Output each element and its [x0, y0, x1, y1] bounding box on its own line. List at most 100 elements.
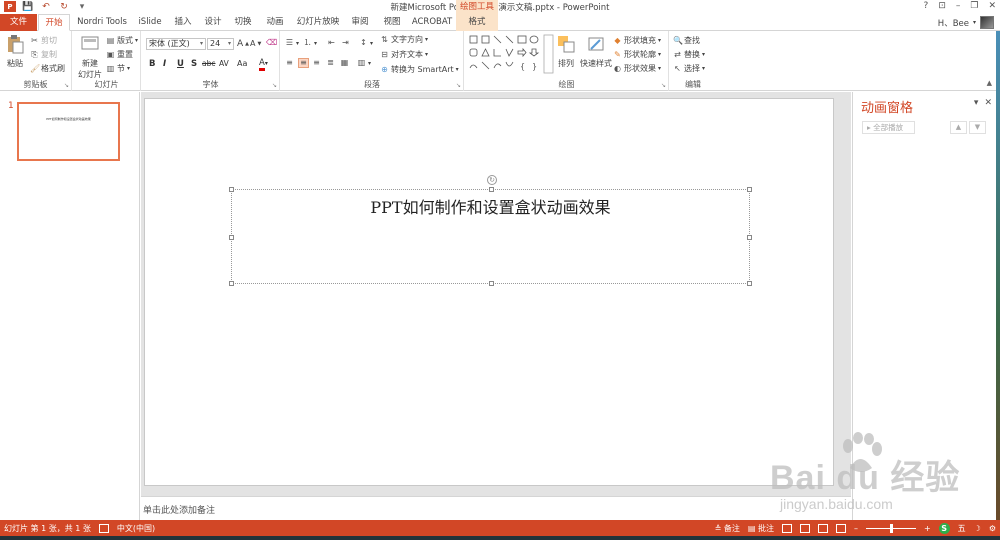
- columns-button[interactable]: ▥ ▾: [357, 59, 371, 67]
- shape-effects-button[interactable]: ◐ 形状效果 ▾: [613, 63, 661, 74]
- reading-view-icon[interactable]: [817, 524, 828, 533]
- tab-acrobat[interactable]: ACROBAT: [410, 14, 454, 31]
- bullets-button[interactable]: ☰ ▾: [285, 39, 299, 47]
- character-spacing-button[interactable]: AV: [219, 59, 229, 68]
- paste-button[interactable]: 粘贴: [4, 34, 26, 69]
- shadow-button[interactable]: S: [191, 59, 197, 69]
- shape-outline-button[interactable]: ✎ 形状轮廓 ▾: [613, 49, 661, 60]
- copy-button[interactable]: ⎘ 复制: [30, 49, 57, 60]
- align-center-button[interactable]: ≡: [298, 58, 309, 68]
- resize-handle-br[interactable]: [747, 281, 752, 286]
- pane-options-icon[interactable]: ▾: [974, 98, 979, 108]
- notes-pane[interactable]: 单击此处添加备注: [141, 496, 851, 520]
- replace-button[interactable]: ⇄ 替换 ▾: [673, 49, 705, 60]
- tab-islide[interactable]: iSlide: [134, 14, 166, 31]
- slideshow-icon[interactable]: [835, 524, 846, 533]
- tab-review[interactable]: 审阅: [346, 14, 374, 31]
- ime-chinese-icon[interactable]: 五: [958, 523, 966, 534]
- line-spacing-button[interactable]: ↕ ▾: [359, 39, 373, 47]
- justify-button[interactable]: ≣: [326, 59, 335, 67]
- tab-file[interactable]: 文件: [0, 14, 37, 31]
- grow-font-button[interactable]: A ▲: [237, 39, 249, 49]
- align-text-button[interactable]: ⊟ 对齐文本 ▾: [380, 49, 428, 60]
- shapes-gallery[interactable]: {}: [468, 34, 556, 74]
- text-direction-button[interactable]: ⇅ 文字方向 ▾: [380, 34, 428, 45]
- notes-placeholder[interactable]: 单击此处添加备注: [143, 503, 215, 516]
- change-case-button[interactable]: Aa: [237, 59, 247, 68]
- tab-format[interactable]: 格式: [456, 14, 498, 31]
- pane-close-icon[interactable]: ✕: [984, 98, 992, 108]
- tab-insert[interactable]: 插入: [170, 14, 196, 31]
- section-button[interactable]: ▥ 节 ▾: [106, 63, 130, 74]
- tab-home[interactable]: 开始: [38, 14, 70, 31]
- tab-animations[interactable]: 动画: [260, 14, 290, 31]
- zoom-in-button[interactable]: +: [924, 524, 931, 533]
- normal-view-icon[interactable]: [781, 524, 792, 533]
- convert-smartart-button[interactable]: ⊕ 转换为 SmartArt ▾: [380, 64, 459, 75]
- underline-button[interactable]: U: [177, 59, 184, 69]
- ime-moon-icon[interactable]: ☽: [974, 524, 981, 533]
- italic-button[interactable]: I: [163, 59, 166, 69]
- play-all-button[interactable]: ▸ 全部播放: [862, 121, 915, 134]
- zoom-out-button[interactable]: –: [854, 524, 858, 533]
- select-button[interactable]: ↖ 选择 ▾: [673, 63, 705, 74]
- title-textbox[interactable]: ↻ PPT如何制作和设置盒状动画效果: [229, 175, 752, 286]
- move-down-button[interactable]: ▼: [969, 121, 986, 134]
- ime-icon[interactable]: S: [938, 523, 950, 534]
- ime-settings-icon[interactable]: ⚙: [989, 524, 996, 533]
- find-button[interactable]: 🔍 查找: [673, 35, 700, 46]
- minimize-button[interactable]: –: [956, 1, 961, 11]
- slide-thumbnail[interactable]: PPT如何制作和设置盒状动画效果: [17, 102, 120, 161]
- tab-view[interactable]: 视图: [378, 14, 406, 31]
- zoom-slider[interactable]: [865, 524, 916, 533]
- font-launcher-icon[interactable]: ↘: [272, 82, 277, 89]
- user-account[interactable]: H、Bee ▾: [938, 16, 994, 29]
- reset-button[interactable]: ▣ 重置: [106, 49, 133, 60]
- drawing-launcher-icon[interactable]: ↘: [661, 82, 666, 89]
- tab-nordri-tools[interactable]: Nordri Tools: [74, 14, 130, 31]
- collapse-ribbon-icon[interactable]: ▲: [987, 79, 992, 87]
- increase-indent-button[interactable]: ⇥: [341, 39, 350, 47]
- font-color-button[interactable]: A▾: [259, 58, 268, 71]
- resize-handle-tm[interactable]: [489, 187, 494, 192]
- resize-handle-mr[interactable]: [747, 235, 752, 240]
- ribbon-display-icon[interactable]: ⊡: [938, 1, 946, 11]
- shrink-font-button[interactable]: A ▼: [250, 39, 261, 48]
- arrange-button[interactable]: 排列: [554, 34, 578, 69]
- restore-button[interactable]: ❐: [970, 1, 978, 11]
- align-left-button[interactable]: ≡: [285, 59, 294, 67]
- tab-transitions[interactable]: 切换: [230, 14, 256, 31]
- bold-button[interactable]: B: [149, 59, 155, 69]
- clear-formatting-button[interactable]: ⌫: [266, 39, 277, 47]
- close-button[interactable]: ✕: [988, 1, 996, 11]
- notes-toggle[interactable]: ≙ 备注: [715, 523, 740, 534]
- decrease-indent-button[interactable]: ⇤: [327, 39, 336, 47]
- paragraph-launcher-icon[interactable]: ↘: [456, 82, 461, 89]
- distributed-button[interactable]: ▦: [340, 59, 349, 67]
- align-right-button[interactable]: ≡: [312, 59, 321, 67]
- resize-handle-ml[interactable]: [229, 235, 234, 240]
- help-icon[interactable]: ?: [924, 1, 929, 11]
- tab-slideshow[interactable]: 幻灯片放映: [294, 14, 342, 31]
- cut-button[interactable]: ✂ 剪切: [30, 35, 57, 46]
- resize-handle-bm[interactable]: [489, 281, 494, 286]
- new-slide-button[interactable]: 新建 幻灯片: [76, 34, 104, 80]
- shape-fill-button[interactable]: ◆ 形状填充 ▾: [613, 35, 661, 46]
- slide-sorter-icon[interactable]: [799, 524, 810, 533]
- slide-title-text[interactable]: PPT如何制作和设置盒状动画效果: [232, 194, 749, 218]
- strikethrough-button[interactable]: abc: [202, 59, 215, 68]
- zoom-slider-thumb[interactable]: [889, 524, 893, 533]
- quick-styles-button[interactable]: 快速样式: [579, 34, 613, 69]
- numbering-button[interactable]: ⒈ ▾: [303, 39, 318, 47]
- slide-canvas[interactable]: ↻ PPT如何制作和设置盒状动画效果: [144, 98, 834, 486]
- spell-check-icon[interactable]: [98, 524, 109, 533]
- rotate-handle[interactable]: ↻: [487, 175, 497, 185]
- resize-handle-bl[interactable]: [229, 281, 234, 286]
- resize-handle-tl[interactable]: [229, 187, 234, 192]
- layout-button[interactable]: ▤ 版式 ▾: [106, 35, 138, 46]
- tab-design[interactable]: 设计: [200, 14, 226, 31]
- language-status[interactable]: 中文(中国): [117, 523, 155, 534]
- comments-toggle[interactable]: ▤ 批注: [748, 523, 774, 534]
- font-size-select[interactable]: 24 ▾: [207, 38, 234, 50]
- move-up-button[interactable]: ▲: [950, 121, 967, 134]
